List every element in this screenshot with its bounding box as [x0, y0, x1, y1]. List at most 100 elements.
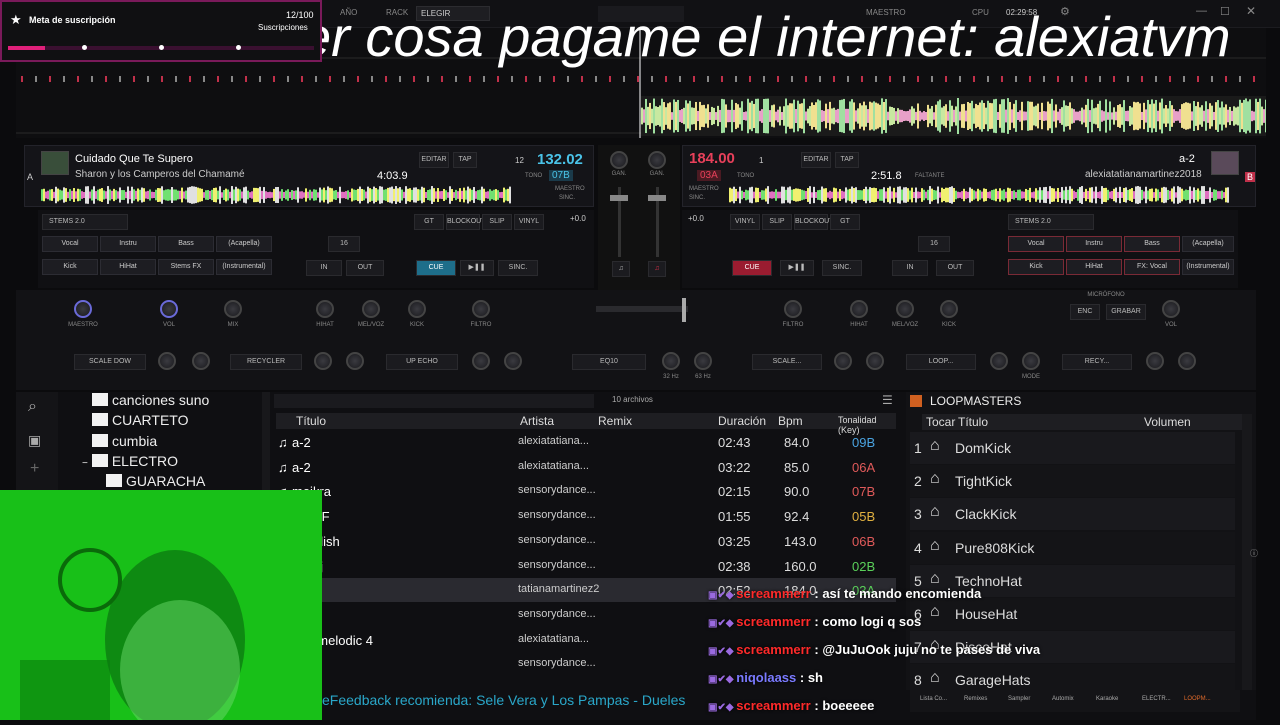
vol-knob[interactable] — [160, 300, 178, 318]
tree-folder-suno[interactable]: canciones suno — [92, 392, 209, 408]
sync-b-button[interactable]: SINC. — [822, 260, 862, 276]
filter-b-knob[interactable] — [784, 300, 802, 318]
fx-b1-len-knob[interactable] — [866, 352, 884, 370]
stem-pad-fxvocal-b[interactable]: FX: Vocal — [1124, 259, 1180, 275]
deck-b-mini-waveform[interactable] — [729, 186, 1229, 204]
close-icon[interactable]: ✕ — [1246, 4, 1256, 18]
info-icon[interactable]: ⓘ — [1250, 548, 1258, 559]
loop-a-in-button[interactable]: IN — [306, 260, 342, 276]
loop-item[interactable]: 1 ⌂ DomKick — [910, 432, 1235, 464]
gt-a-button[interactable]: GT — [414, 214, 444, 230]
gain-b-knob[interactable] — [648, 151, 666, 169]
deck-b-edit-button[interactable]: EDITAR — [801, 152, 831, 168]
stem-pad-instrumental-b[interactable]: (Instrumental) — [1182, 259, 1234, 275]
loop-a-out-button[interactable]: OUT — [346, 260, 384, 276]
fx-b3-str-knob[interactable] — [1146, 352, 1164, 370]
stem-pad-acapella[interactable]: (Acapella) — [216, 236, 272, 252]
slip-a-button[interactable]: SLIP — [482, 214, 512, 230]
table-row[interactable]: ♫treolijsensorydance...02:38160.002B — [276, 554, 896, 578]
headphone-a-icon[interactable]: ♫ — [612, 261, 630, 277]
drum-icon[interactable]: ⌂ — [930, 470, 940, 488]
gt-b-button[interactable]: GT — [830, 214, 860, 230]
melvoz-b-knob[interactable] — [896, 300, 914, 318]
tree-scrollbar[interactable] — [262, 392, 270, 492]
loop-item[interactable]: 4 ⌂ Pure808Kick — [910, 531, 1235, 564]
tree-folder-electro[interactable]: − ELECTRO — [82, 453, 178, 469]
loop-b-in-button[interactable]: IN — [892, 260, 928, 276]
fx-b1-str-knob[interactable] — [834, 352, 852, 370]
deck-a-mini-waveform[interactable] — [41, 186, 511, 204]
loop-item[interactable]: 3 ⌂ ClackKick — [910, 498, 1235, 531]
stem-pad-vocal[interactable]: Vocal — [42, 236, 98, 252]
stem-pad-stemsfx[interactable]: Stems FX — [158, 259, 214, 275]
table-row[interactable]: ♫EEX Fsensorydance...01:5592.405B — [276, 504, 896, 528]
fx-b2-mode-knob[interactable] — [1022, 352, 1040, 370]
drum-icon[interactable]: ⌂ — [930, 437, 940, 455]
fx-a1-str-knob[interactable] — [158, 352, 176, 370]
add-icon[interactable]: + — [30, 460, 39, 478]
stem-pad-kick[interactable]: Kick — [42, 259, 98, 275]
drum-icon[interactable]: ⌂ — [930, 669, 940, 687]
sync-a-button[interactable]: SINC. — [498, 260, 538, 276]
stems-b-select[interactable]: STEMS 2.0 — [1008, 214, 1094, 230]
loop-a-size[interactable]: 16 — [328, 236, 360, 252]
stem-pad-bass[interactable]: Bass — [158, 236, 214, 252]
tree-folder-guaracha[interactable]: GUARACHA — [106, 473, 205, 489]
crossfader[interactable] — [596, 306, 688, 312]
tab-list[interactable]: Lista Co... — [920, 696, 947, 702]
table-row[interactable]: ♫ a-2 alexiatatiana... 03:22 85.0 06A — [276, 455, 896, 479]
col-title[interactable]: Título — [296, 414, 326, 428]
fader-b-handle[interactable] — [648, 195, 666, 201]
fx-a2-len-knob[interactable] — [346, 352, 364, 370]
master-knob[interactable] — [74, 300, 92, 318]
col-duration[interactable]: Duración — [718, 414, 766, 428]
loop-b-out-button[interactable]: OUT — [936, 260, 974, 276]
tree-folder-cumbia[interactable]: cumbia — [92, 433, 157, 449]
search-input[interactable] — [274, 394, 594, 408]
tab-remixes[interactable]: Remixes — [964, 696, 987, 702]
loop-item[interactable]: 6 ⌂ HouseHat — [910, 598, 1235, 630]
deck-a-tap-button[interactable]: TAP — [453, 152, 477, 168]
col-bpm[interactable]: Bpm — [778, 414, 803, 428]
fx-b3-len-knob[interactable] — [1178, 352, 1196, 370]
tab-karaoke[interactable]: Karaoke — [1096, 696, 1118, 702]
col-artist[interactable]: Artista — [520, 414, 554, 428]
crossfader-handle[interactable] — [682, 298, 686, 322]
headphone-b-icon[interactable]: ♫ — [648, 261, 666, 277]
eq-select[interactable]: EQ10 — [572, 354, 646, 370]
fx-b3-select[interactable]: RECY... — [1062, 354, 1132, 370]
table-row[interactable]: ♫ a-2 alexiatatiana... 02:43 84.0 09B — [276, 430, 896, 454]
table-row[interactable]: ♫e inglishsensorydance...03:25143.006B — [276, 529, 896, 553]
gain-a-knob[interactable] — [610, 151, 628, 169]
mix-knob[interactable] — [224, 300, 242, 318]
play-a-button[interactable]: ▶❚❚ — [460, 260, 494, 276]
tab-automix[interactable]: Automix — [1052, 696, 1074, 702]
loop-item[interactable]: 2 ⌂ TightKick — [910, 465, 1235, 498]
stem-pad-instrumental[interactable]: (Instrumental) — [216, 259, 272, 275]
play-b-button[interactable]: ▶❚❚ — [780, 260, 814, 276]
chat-user[interactable]: screammerr — [736, 642, 810, 657]
drum-icon[interactable]: ⌂ — [930, 603, 940, 621]
fx-a1-select[interactable]: SCALE DOW — [74, 354, 146, 370]
filter-a-knob[interactable] — [472, 300, 490, 318]
loop-b-size[interactable]: 16 — [918, 236, 950, 252]
vinyl-b-button[interactable]: VINYL — [730, 214, 760, 230]
search-icon[interactable]: ⌕ — [28, 398, 37, 416]
stem-pad-hihat[interactable]: HiHat — [100, 259, 156, 275]
hihat-b-knob[interactable] — [850, 300, 868, 318]
drum-icon[interactable]: ⌂ — [930, 537, 940, 555]
mic-on-button[interactable]: ENC — [1070, 304, 1100, 320]
mic-vol-knob[interactable] — [1162, 300, 1180, 318]
stem-pad-instru[interactable]: Instru — [100, 236, 156, 252]
chat-user[interactable]: screammerr — [736, 614, 810, 629]
fx-b2-len-knob[interactable] — [990, 352, 1008, 370]
stem-pad-vocal-b[interactable]: Vocal — [1008, 236, 1064, 252]
tab-electro[interactable]: ELECTR... — [1142, 696, 1171, 702]
stem-pad-kick-b[interactable]: Kick — [1008, 259, 1064, 275]
hihat-a-knob[interactable] — [316, 300, 334, 318]
eq-63hz-knob[interactable] — [694, 352, 712, 370]
fx-b1-select[interactable]: SCALE... — [752, 354, 822, 370]
tab-sampler[interactable]: Sampler — [1008, 696, 1030, 702]
chat-user[interactable]: niqolaass — [736, 670, 796, 685]
blockout-a-button[interactable]: BLOCKOUT — [446, 214, 486, 230]
